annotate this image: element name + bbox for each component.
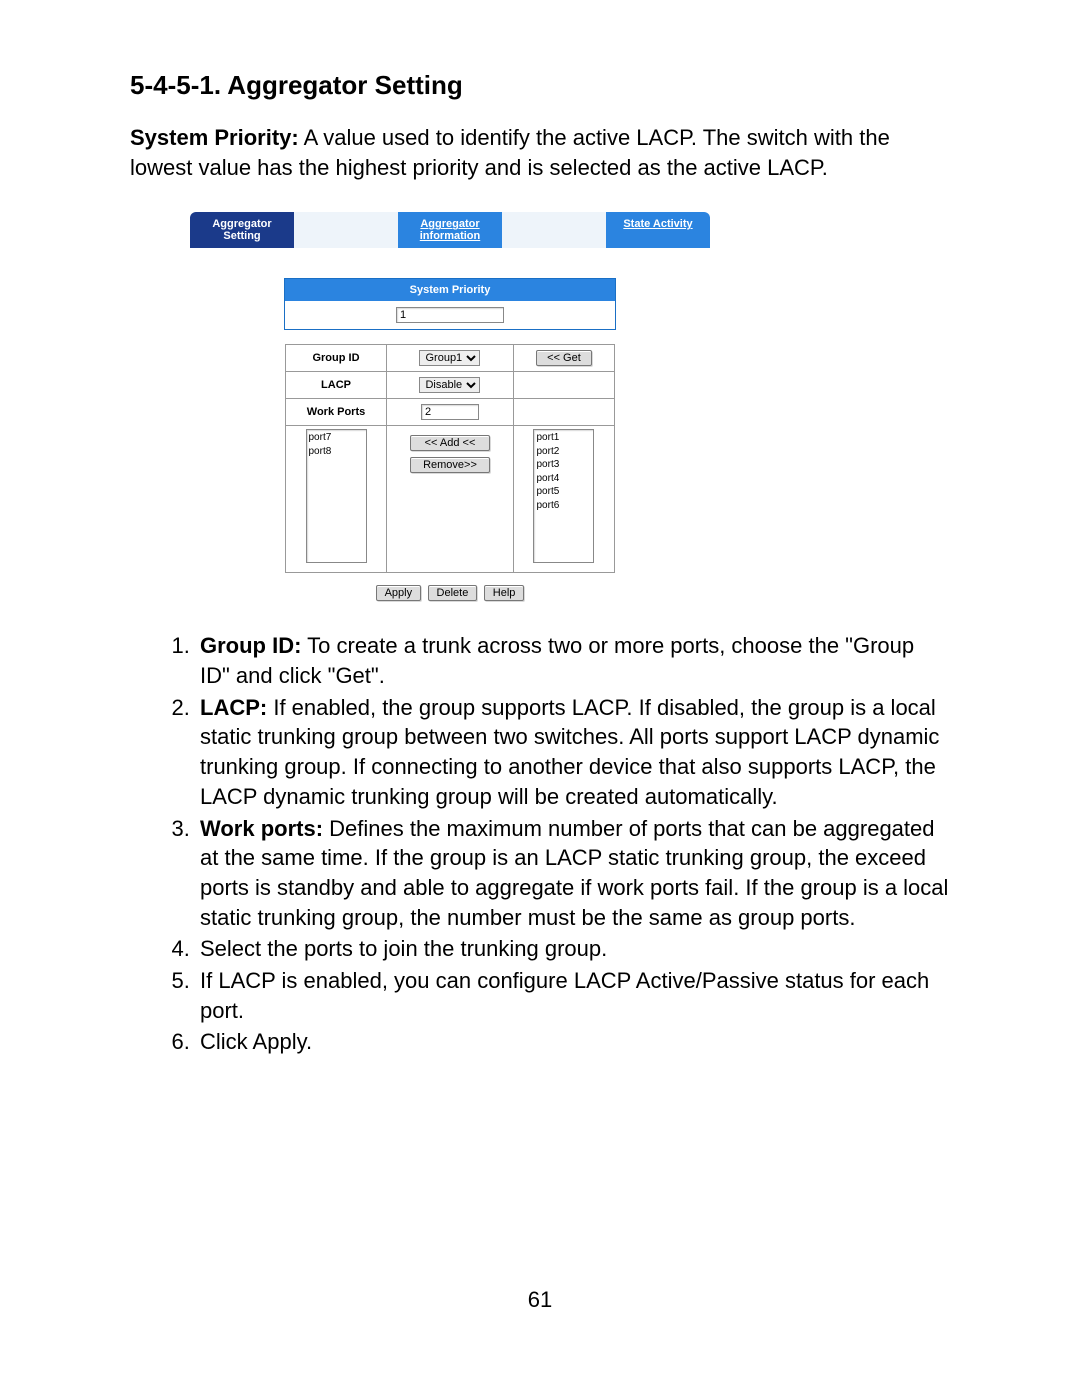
item-text: To create a trunk across two or more por…: [200, 633, 914, 688]
apply-button[interactable]: Apply: [376, 585, 422, 601]
list-item: Group ID: To create a trunk across two o…: [196, 631, 950, 690]
group-id-select[interactable]: Group1: [419, 350, 480, 366]
list-item: Select the ports to join the trunking gr…: [196, 934, 950, 964]
intro-label: System Priority:: [130, 125, 299, 150]
list-item[interactable]: port8: [309, 445, 364, 459]
item-text: Select the ports to join the trunking gr…: [200, 936, 607, 961]
tab-aggregator-information[interactable]: Aggregator information: [398, 212, 502, 248]
intro-paragraph: System Priority: A value used to identif…: [130, 123, 950, 182]
tab-state-activity[interactable]: State Activity: [606, 212, 710, 248]
group-id-label: Group ID: [286, 345, 387, 372]
item-text: If LACP is enabled, you can configure LA…: [200, 968, 929, 1023]
system-priority-block: System Priority: [284, 278, 616, 330]
page-number: 61: [130, 1287, 950, 1313]
section-heading: 5-4-5-1. Aggregator Setting: [130, 70, 950, 101]
tab-aggregator-setting[interactable]: Aggregator Setting: [190, 212, 294, 248]
description-list: Group ID: To create a trunk across two o…: [130, 631, 950, 1057]
list-item[interactable]: port7: [309, 431, 364, 445]
system-priority-input[interactable]: [396, 307, 504, 323]
list-item[interactable]: port5: [536, 485, 591, 499]
list-item[interactable]: port3: [536, 458, 591, 472]
system-priority-header: System Priority: [285, 279, 615, 301]
delete-button[interactable]: Delete: [428, 585, 478, 601]
list-item: LACP: If enabled, the group supports LAC…: [196, 693, 950, 812]
list-item[interactable]: port4: [536, 472, 591, 486]
list-item[interactable]: port6: [536, 499, 591, 513]
work-ports-label: Work Ports: [286, 399, 387, 426]
tab-bar: Aggregator Setting Aggregator informatio…: [190, 212, 710, 248]
item-label: LACP:: [200, 695, 267, 720]
available-ports-list[interactable]: port1 port2 port3 port4 port5 port6: [533, 429, 594, 563]
item-label: Work ports:: [200, 816, 323, 841]
config-table: Group ID Group1 << Get LACP Disable: [285, 344, 615, 573]
item-label: Group ID:: [200, 633, 301, 658]
list-item[interactable]: port1: [536, 431, 591, 445]
remove-button[interactable]: Remove>>: [410, 457, 490, 473]
get-button[interactable]: << Get: [536, 350, 592, 366]
list-item: If LACP is enabled, you can configure LA…: [196, 966, 950, 1025]
selected-ports-list[interactable]: port7 port8: [306, 429, 367, 563]
list-item: Click Apply.: [196, 1027, 950, 1057]
help-button[interactable]: Help: [484, 585, 525, 601]
lacp-label: LACP: [286, 372, 387, 399]
work-ports-input[interactable]: [421, 404, 479, 420]
item-text: Click Apply.: [200, 1029, 312, 1054]
add-button[interactable]: << Add <<: [410, 435, 490, 451]
list-item[interactable]: port2: [536, 445, 591, 459]
lacp-select[interactable]: Disable: [419, 377, 480, 393]
action-buttons: Apply Delete Help: [190, 583, 710, 601]
config-screenshot: Aggregator Setting Aggregator informatio…: [190, 212, 710, 601]
item-text: If enabled, the group supports LACP. If …: [200, 695, 939, 809]
list-item: Work ports: Defines the maximum number o…: [196, 814, 950, 933]
tab-gap: [502, 212, 606, 248]
tab-gap: [294, 212, 398, 248]
